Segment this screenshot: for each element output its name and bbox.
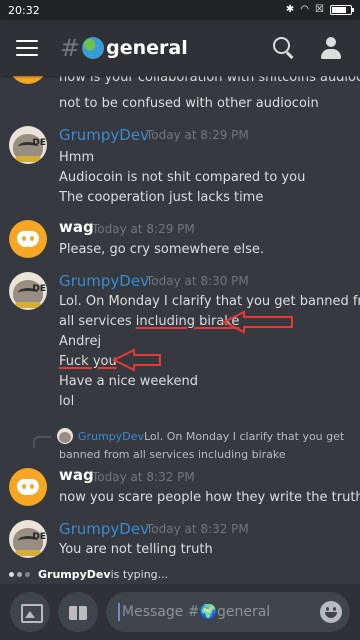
globe-icon [82, 37, 105, 59]
reply-text: Lol. On Monday I clarify that you get [144, 430, 345, 443]
channel-header: # general [0, 20, 360, 76]
typing-user: GrumpyDev [38, 567, 111, 581]
wifi-icon: ◠ [300, 4, 310, 15]
members-icon[interactable] [316, 34, 344, 62]
underlined-line: Fuck you [59, 354, 117, 369]
timestamp: Today at 8:32 PM [92, 470, 195, 484]
message-box[interactable] [106, 592, 350, 632]
typing-indicator: GrumpyDev is typing... [0, 564, 360, 584]
message-line: Lol. On Monday I clarify that you get ba… [59, 294, 360, 309]
channel-name: general [106, 37, 188, 59]
avatar-grumpydev[interactable]: DE [9, 520, 47, 558]
message-line: Have a nice weekend [59, 374, 198, 389]
message-line: how is your collaboration with shitcoins… [59, 76, 360, 85]
message-line: lol [59, 394, 75, 409]
message-line: Andrej [59, 334, 102, 349]
author-name[interactable]: GrumpyDev [59, 126, 149, 144]
message-line: You are not telling truth [59, 542, 213, 557]
message-input[interactable] [122, 604, 320, 620]
timestamp: Today at 8:30 PM [146, 274, 249, 288]
author-name[interactable]: wag [59, 218, 94, 236]
timestamp: Today at 8:32 PM [146, 522, 249, 536]
typing-dots-icon [9, 571, 30, 577]
typing-suffix: is typing... [110, 567, 169, 581]
search-icon[interactable] [270, 34, 298, 62]
message-line: Hmm [59, 150, 95, 165]
clock: 20:32 [8, 3, 40, 17]
reply-text: banned from all services including birak… [59, 448, 286, 461]
text-caret [118, 603, 120, 621]
avatar-wag[interactable] [9, 468, 47, 506]
reply-avatar [57, 428, 73, 444]
reply-author: GrumpyDev [78, 430, 144, 443]
gift-icon[interactable] [58, 592, 98, 632]
message-text: all services [59, 314, 136, 329]
image-icon[interactable] [10, 592, 50, 632]
avatar-wag[interactable] [9, 220, 47, 258]
avatar-wag[interactable] [9, 76, 47, 84]
reply-connector [33, 436, 51, 448]
sim-icon: ☒ [315, 4, 324, 15]
hash-icon: # [60, 34, 81, 62]
message-line: not to be confused with other audiocoin [59, 96, 319, 111]
author-name[interactable]: GrumpyDev [59, 272, 149, 290]
underlined-text: including birake [135, 314, 240, 329]
battery-icon [330, 5, 354, 15]
message-line: now you scare people how they write the … [59, 490, 360, 505]
emoji-icon[interactable] [320, 601, 342, 623]
message-list[interactable]: how is your collaboration with shitcoins… [0, 76, 360, 564]
message-line: The cooperation just lacks time [59, 190, 264, 205]
author-name[interactable]: GrumpyDev [59, 520, 149, 538]
timestamp: Today at 8:29 PM [146, 128, 249, 142]
avatar-grumpydev[interactable]: DE [9, 272, 47, 310]
avatar-grumpydev[interactable]: DE [9, 126, 47, 164]
composer [0, 584, 360, 640]
message-line: Please, go cry somewhere else. [59, 242, 265, 257]
menu-icon[interactable] [16, 40, 38, 56]
message-line: Audiocoin is not shit compared to you [59, 170, 306, 185]
bluetooth-icon: ✱ [285, 4, 295, 15]
author-name[interactable]: wag [59, 466, 94, 484]
timestamp: Today at 8:29 PM [92, 222, 195, 236]
message-line: all services including birake [59, 314, 239, 329]
status-bar: 20:32 ✱ ◠ ☒ [0, 0, 360, 20]
